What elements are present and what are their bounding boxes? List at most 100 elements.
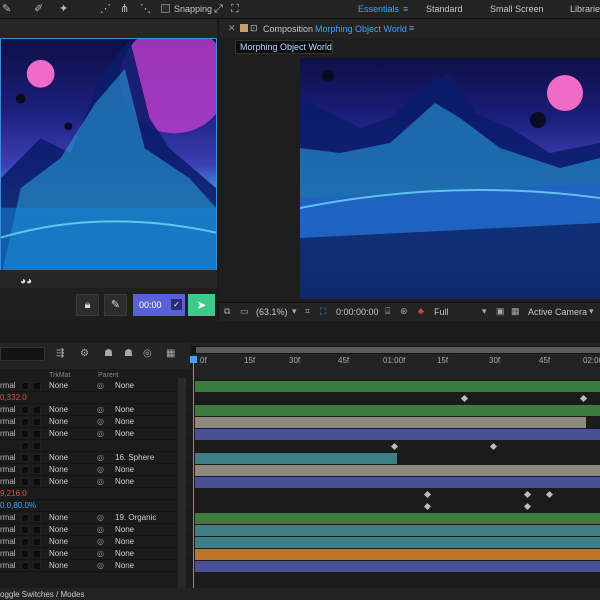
layer-switch[interactable] [21,538,29,546]
layer-duration-bar[interactable] [195,381,600,392]
layer-switch[interactable] [21,514,29,522]
zoom-level[interactable]: (63.1%) [256,307,288,317]
blend-mode-select[interactable]: rmal [0,381,17,391]
layer-switch[interactable] [33,406,41,414]
trkmat-select[interactable]: None [49,453,68,463]
layer-switch[interactable] [21,526,29,534]
panel-menu-icon[interactable]: ≡ [409,23,414,33]
blend-mode-select[interactable]: rmal [0,513,17,523]
property-row[interactable]: 9,216.0 [0,488,190,500]
parent-select[interactable]: None [115,381,134,391]
parent-pickwhip-icon[interactable]: ◎ [97,405,104,415]
parent-pickwhip-icon[interactable]: ◎ [97,465,104,475]
trkmat-select[interactable]: None [49,549,68,559]
layer-switch[interactable] [33,466,41,474]
parent-pickwhip-icon[interactable]: ◎ [97,417,104,427]
blend-mode-select[interactable]: rmal [0,477,17,487]
blend-mode-select[interactable]: rmal [0,525,17,535]
blend-mode-select[interactable] [0,441,17,451]
layer-switch[interactable] [33,430,41,438]
color-channels-icon[interactable]: ♣ [418,306,424,316]
layer-row[interactable]: rmal None ◎ None [0,536,190,548]
blend-mode-select[interactable]: rmal [0,561,17,571]
brush-tool-icon[interactable]: ✐ [34,3,43,15]
parent-select[interactable]: None [115,537,134,547]
layer-switch[interactable] [33,454,41,462]
workspace-menu-icon[interactable]: ≡ [403,4,408,14]
layer-duration-bar[interactable] [195,537,600,548]
layer-duration-bar[interactable] [195,549,600,560]
layer-row[interactable]: rmal None ◎ 19. Organic [0,512,190,524]
nodes-icon[interactable]: ⋔ [120,3,129,15]
trkmat-select[interactable]: None [49,561,68,571]
draft-3d-icon[interactable]: ◎ [143,348,152,359]
composition-viewer[interactable] [300,58,600,299]
shy-icon[interactable]: ⇶ [56,348,64,359]
monitor-icon[interactable]: ▭ [240,306,249,317]
trkmat-select[interactable]: None [49,513,68,523]
layer-switch[interactable] [21,406,29,414]
comp-flow-icon[interactable]: ▦ [166,348,175,359]
parent-pickwhip-icon[interactable]: ◎ [97,477,104,487]
resolution-select[interactable]: Full [434,307,449,317]
camera-icon[interactable]: ⌸ [385,306,390,317]
snapshot-icon[interactable]: ⧉ [224,306,230,317]
blend-mode-select[interactable]: rmal [0,465,17,475]
layer-duration-bar[interactable] [195,429,600,440]
layer-switch[interactable] [33,418,41,426]
layer-switch[interactable] [33,382,41,390]
property-value[interactable]: 9,216.0 [0,489,27,499]
parent-pickwhip-icon[interactable]: ◎ [97,513,104,523]
parent-select[interactable]: 19. Organic [115,513,156,523]
layer-row[interactable]: rmal None ◎ None [0,428,190,440]
layer-row[interactable]: rmal None ◎ None [0,404,190,416]
send-button[interactable]: ➤ [188,294,215,316]
trkmat-select[interactable]: None [49,429,68,439]
trkmat-select[interactable]: None [49,537,68,547]
trkmat-select[interactable]: None [49,381,68,391]
timecode[interactable]: 0:00:00:00 [336,307,379,317]
layer-switch[interactable] [33,442,41,450]
layer-duration-bar[interactable] [195,465,600,476]
layer-row[interactable]: rmal None ◎ 16. Sphere [0,452,190,464]
layer-switch[interactable] [21,418,29,426]
distribute-icon[interactable]: ⋱ [140,3,151,15]
blend-mode-select[interactable]: rmal [0,549,17,559]
parent-pickwhip-icon[interactable]: ◎ [97,429,104,439]
layer-duration-bar[interactable] [195,453,397,464]
layer-switch[interactable] [33,526,41,534]
current-time-indicator[interactable] [193,360,194,600]
trkmat-select[interactable]: None [49,525,68,535]
layer-switch[interactable] [33,538,41,546]
parent-select[interactable]: None [115,429,134,439]
parent-select[interactable]: None [115,417,134,427]
composition-tab[interactable]: Morphing Object World [235,40,333,54]
layer-duration-bar[interactable] [195,513,600,524]
blend-mode-select[interactable]: rmal [0,537,17,547]
layer-row[interactable]: rmal None ◎ None [0,548,190,560]
property-row[interactable]: 0,332.0 [0,392,190,404]
blend-mode-select[interactable]: rmal [0,453,17,463]
lock-button[interactable]: 🔒︎ [76,294,99,316]
current-time-head[interactable] [190,356,197,363]
property-row[interactable]: 0.0,80.0% [0,500,190,512]
layer-row[interactable]: rmal None ◎ None [0,560,190,572]
parent-select[interactable]: None [115,477,134,487]
layer-row[interactable]: rmal None ◎ None [0,380,190,392]
frame-blend-icon[interactable]: ⚙ [80,348,89,359]
layer-switch[interactable] [21,442,29,450]
parent-select[interactable]: None [115,405,134,415]
layer-switch[interactable] [33,514,41,522]
layer-switch[interactable] [33,562,41,570]
layer-search-input[interactable] [0,347,45,361]
layer-switch[interactable] [21,478,29,486]
blend-mode-select[interactable]: rmal [0,417,17,427]
workspace-small-screen[interactable]: Small Screen [490,4,544,14]
property-value[interactable]: 0.0,80.0% [0,501,36,511]
parent-select[interactable]: None [115,465,134,475]
confirm-check-icon[interactable]: ✓ [171,299,182,310]
motion-blur-icon[interactable]: ☗ [104,348,113,359]
align-icon[interactable]: ⋰ [100,3,111,15]
property-value[interactable]: 0,332.0 [0,393,27,403]
parent-pickwhip-icon[interactable]: ◎ [97,561,104,571]
